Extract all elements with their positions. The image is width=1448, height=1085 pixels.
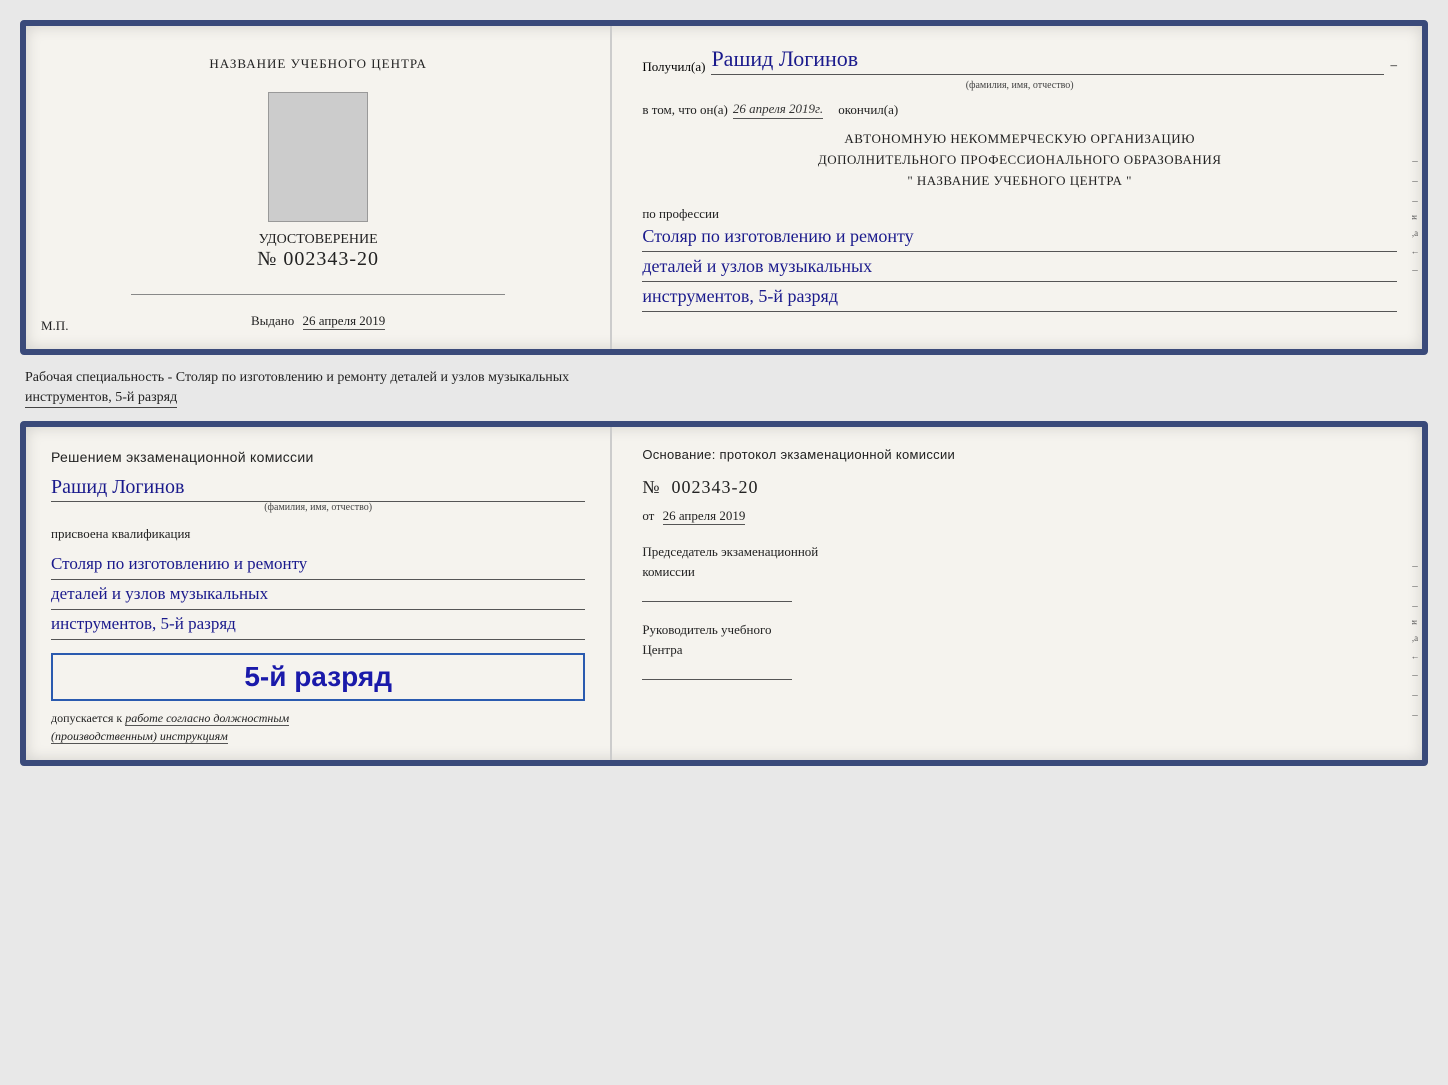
commission-title: Решением экзаменационной комиссии <box>51 447 585 468</box>
chairman-signature <box>642 586 792 602</box>
protocol-number: № 002343-20 <box>642 477 1397 498</box>
basis-label: Основание: протокол экзаменационной коми… <box>642 447 1397 462</box>
bottom-document-card: Решением экзаменационной комиссии Рашид … <box>20 421 1428 766</box>
org-block: АВТОНОМНУЮ НЕКОММЕРЧЕСКУЮ ОРГАНИЗАЦИЮ ДО… <box>642 129 1397 191</box>
cert-number-value: № 002343-20 <box>257 248 379 271</box>
issued-line: Выдано 26 апреля 2019 <box>251 313 385 329</box>
top-left-panel: НАЗВАНИЕ УЧЕБНОГО ЦЕНТРА УДОСТОВЕРЕНИЕ №… <box>26 26 612 349</box>
qualification-value-block: Столяр по изготовлению и ремонту деталей… <box>51 550 585 640</box>
top-document-card: НАЗВАНИЕ УЧЕБНОГО ЦЕНТРА УДОСТОВЕРЕНИЕ №… <box>20 20 1428 355</box>
cert-type-label: УДОСТОВЕРЕНИЕ <box>257 232 379 248</box>
chairman-block: Председатель экзаменационной комиссии <box>642 542 1397 602</box>
bottom-right-panel: Основание: протокол экзаменационной коми… <box>612 427 1422 760</box>
director-block: Руководитель учебного Центра <box>642 620 1397 680</box>
big-rank-box: 5-й разряд <box>51 653 585 701</box>
recipient-block: Получил(а) Рашид Логинов – (фамилия, имя… <box>642 46 1397 91</box>
mp-label: М.П. <box>41 318 68 334</box>
cert-number-block: УДОСТОВЕРЕНИЕ № 002343-20 <box>257 232 379 271</box>
qualification-label: присвоена квалификация <box>51 526 585 542</box>
bottom-right-side-labels: – – – и ,а ← – – – <box>1410 560 1420 721</box>
profession-block: по профессии Столяр по изготовлению и ре… <box>642 201 1397 311</box>
allowed-line: допускается к работе согласно должностны… <box>51 709 585 745</box>
right-side-labels: – – – и ,а ← – <box>1410 155 1420 276</box>
specialty-label: Рабочая специальность - Столяр по изгото… <box>20 363 1428 413</box>
photo-placeholder <box>268 92 368 222</box>
top-center-title: НАЗВАНИЕ УЧЕБНОГО ЦЕНТРА <box>209 56 426 72</box>
date-line: в том, что он(а) 26 апреля 2019г. окончи… <box>642 101 1397 119</box>
bottom-left-panel: Решением экзаменационной комиссии Рашид … <box>26 427 612 760</box>
page-wrapper: НАЗВАНИЕ УЧЕБНОГО ЦЕНТРА УДОСТОВЕРЕНИЕ №… <box>10 10 1438 776</box>
protocol-date: от 26 апреля 2019 <box>642 508 1397 524</box>
commission-person-block: Рашид Логинов (фамилия, имя, отчество) <box>51 476 585 513</box>
director-signature <box>642 664 792 680</box>
top-right-panel: Получил(а) Рашид Логинов – (фамилия, имя… <box>612 26 1422 349</box>
